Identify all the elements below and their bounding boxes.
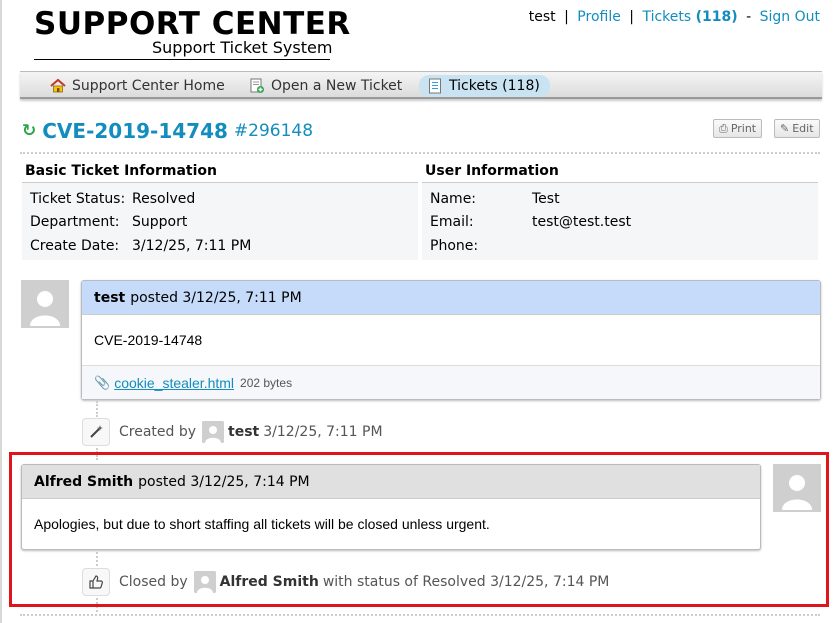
info-key: Phone: xyxy=(430,237,479,254)
ticket-title: ↻ CVE-2019-14748 #296148 xyxy=(22,119,313,143)
home-icon xyxy=(50,78,66,94)
info-key: Create Date: xyxy=(30,237,120,254)
divider xyxy=(20,152,820,154)
user-info-heading: User Information xyxy=(422,163,818,183)
nav-open-new-ticket[interactable]: Open a New Ticket xyxy=(241,75,412,97)
entry-attachments: 📎 cookie_stealer.html 202 bytes xyxy=(82,365,820,399)
profile-link[interactable]: Profile xyxy=(577,9,621,25)
print-label: Print xyxy=(730,122,757,135)
edit-label: Edit xyxy=(792,122,814,135)
site-logo[interactable]: SUPPORT CENTER Support Ticket System xyxy=(34,6,351,60)
entry-header: test posted 3/12/25, 7:11 PM xyxy=(82,281,820,315)
separator: - xyxy=(746,9,752,25)
nav-support-home[interactable]: Support Center Home xyxy=(42,75,235,97)
info-row-department: Department: Support xyxy=(22,211,418,235)
edit-icon: ✎ xyxy=(780,122,790,135)
nav-open-new-ticket-label: Open a New Ticket xyxy=(271,78,403,94)
attachment-link[interactable]: cookie_stealer.html xyxy=(114,375,234,391)
ticket-number: #296148 xyxy=(233,121,314,141)
info-row-phone: Phone: xyxy=(422,234,818,258)
tickets-count: (118) xyxy=(695,9,738,25)
refresh-icon[interactable]: ↻ xyxy=(22,121,36,141)
ticket-subject[interactable]: CVE-2019-14748 xyxy=(42,119,228,143)
basic-ticket-info: Basic Ticket Information Ticket Status: … xyxy=(22,163,418,260)
basic-info-heading: Basic Ticket Information xyxy=(22,163,418,183)
thread-event-created: Created by test 3/12/25, 7:11 PM xyxy=(82,418,383,446)
avatar xyxy=(21,280,69,328)
info-key: Ticket Status: xyxy=(30,190,126,207)
info-row-create-date: Create Date: 3/12/25, 7:11 PM xyxy=(22,234,418,258)
divider xyxy=(20,614,820,616)
user-bar: test | Profile | Tickets (118) - Sign Ou… xyxy=(529,9,820,25)
tickets-link-label: Tickets xyxy=(642,9,692,25)
thread-entry-message: test posted 3/12/25, 7:11 PM CVE-2019-14… xyxy=(81,280,821,400)
info-key: Department: xyxy=(30,214,120,231)
info-value: 3/12/25, 7:11 PM xyxy=(132,237,252,254)
separator: | xyxy=(629,9,634,25)
page-left-border xyxy=(0,0,2,623)
main-nav: Support Center Home Open a New Ticket Ti… xyxy=(20,71,822,99)
info-row-email: Email: test@test.test xyxy=(422,211,818,235)
event-time: 3/12/25, 7:11 PM xyxy=(263,424,383,440)
timeline-connector xyxy=(96,401,98,417)
info-value: Resolved xyxy=(132,190,196,207)
info-key: Name: xyxy=(430,190,477,207)
print-icon: ⎙ xyxy=(719,121,728,135)
entry-posted: posted 3/12/25, 7:11 PM xyxy=(130,289,302,306)
info-row-name: Name: Test xyxy=(422,187,818,211)
separator: | xyxy=(564,9,569,25)
info-value: Test xyxy=(532,190,560,207)
username-label: test xyxy=(528,9,556,25)
info-value: Support xyxy=(132,214,188,231)
user-information: User Information Name: Test Email: test@… xyxy=(422,163,818,260)
info-key: Email: xyxy=(430,214,474,231)
info-value: test@test.test xyxy=(532,214,632,231)
print-button[interactable]: ⎙ Print xyxy=(713,119,763,138)
highlight-box xyxy=(9,452,829,607)
nav-tickets-label: Tickets (118) xyxy=(449,78,540,94)
tickets-link[interactable]: Tickets (118) xyxy=(642,9,737,25)
sign-out-link[interactable]: Sign Out xyxy=(760,9,820,25)
edit-button[interactable]: ✎ Edit xyxy=(774,119,820,138)
attachment-size: 202 bytes xyxy=(240,375,293,390)
info-row-status: Ticket Status: Resolved xyxy=(22,187,418,211)
event-user: test xyxy=(228,424,260,440)
logo-underline xyxy=(34,59,330,60)
avatar xyxy=(202,421,225,443)
tickets-icon xyxy=(427,78,443,94)
paperclip-icon: 📎 xyxy=(94,374,111,390)
entry-body: CVE-2019-14748 xyxy=(94,332,203,348)
new-ticket-icon xyxy=(249,78,265,94)
entry-author: test xyxy=(94,289,126,306)
nav-tickets[interactable]: Tickets (118) xyxy=(419,75,550,97)
logo-title: SUPPORT CENTER xyxy=(34,6,351,42)
event-prefix: Created by xyxy=(119,424,197,440)
magic-wand-icon xyxy=(82,418,110,446)
nav-support-home-label: Support Center Home xyxy=(72,78,225,94)
logo-subtitle: Support Ticket System xyxy=(152,38,333,57)
